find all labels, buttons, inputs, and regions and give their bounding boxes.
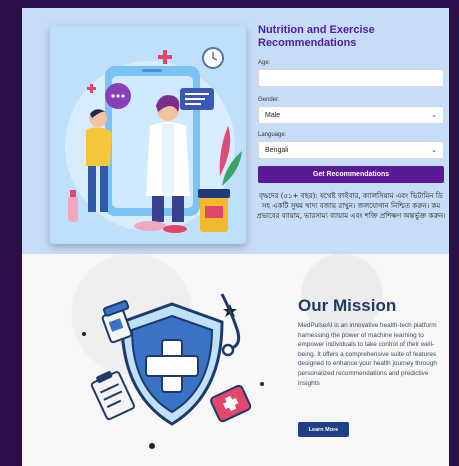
- shield-cross-icon: [82, 293, 264, 449]
- learn-more-button[interactable]: Learn More: [298, 422, 349, 437]
- recommendation-result-text: বৃদ্ধদের (৫১+ বছর): যথেষ্ট ফাইবার, ক্যাল…: [256, 192, 446, 220]
- hero-illustration-card: [50, 26, 246, 244]
- medical-kit-icon: [210, 384, 252, 423]
- mission-description: MedPulseAI is an innovative health-tech …: [298, 322, 437, 387]
- age-label: Age:: [258, 60, 271, 66]
- mission-section: Our Mission MedPulseAI is an innovative …: [22, 254, 449, 466]
- language-label: Language:: [258, 132, 287, 138]
- stethoscope-icon: [220, 293, 241, 350]
- clipboard-icon: [90, 371, 135, 421]
- recommendation-form: Nutrition and Exercise Recommendations A…: [256, 8, 446, 254]
- language-select[interactable]: Bengali ⌄: [258, 141, 444, 159]
- clock-icon: [202, 47, 224, 69]
- gender-label: Gender:: [258, 97, 280, 103]
- chevron-down-icon: ⌄: [431, 112, 437, 119]
- form-title: Nutrition and Exercise Recommendations: [258, 24, 375, 49]
- age-input[interactable]: [258, 69, 444, 87]
- doctor-illustration: [65, 47, 242, 233]
- gender-select-value: Male: [265, 111, 281, 119]
- pill-bottle-icon: [101, 300, 133, 344]
- language-select-value: Bengali: [265, 146, 289, 154]
- chat-bubble-icon: [105, 83, 131, 109]
- recommendation-section: Nutrition and Exercise Recommendations A…: [22, 8, 449, 254]
- page-frame-left: [0, 0, 22, 466]
- get-recommendations-button[interactable]: Get Recommendations: [258, 166, 444, 183]
- gender-select[interactable]: Male ⌄: [258, 106, 444, 124]
- mission-title: Our Mission: [298, 296, 397, 315]
- chevron-down-icon: ⌄: [431, 147, 437, 154]
- page-frame-right: [449, 0, 459, 466]
